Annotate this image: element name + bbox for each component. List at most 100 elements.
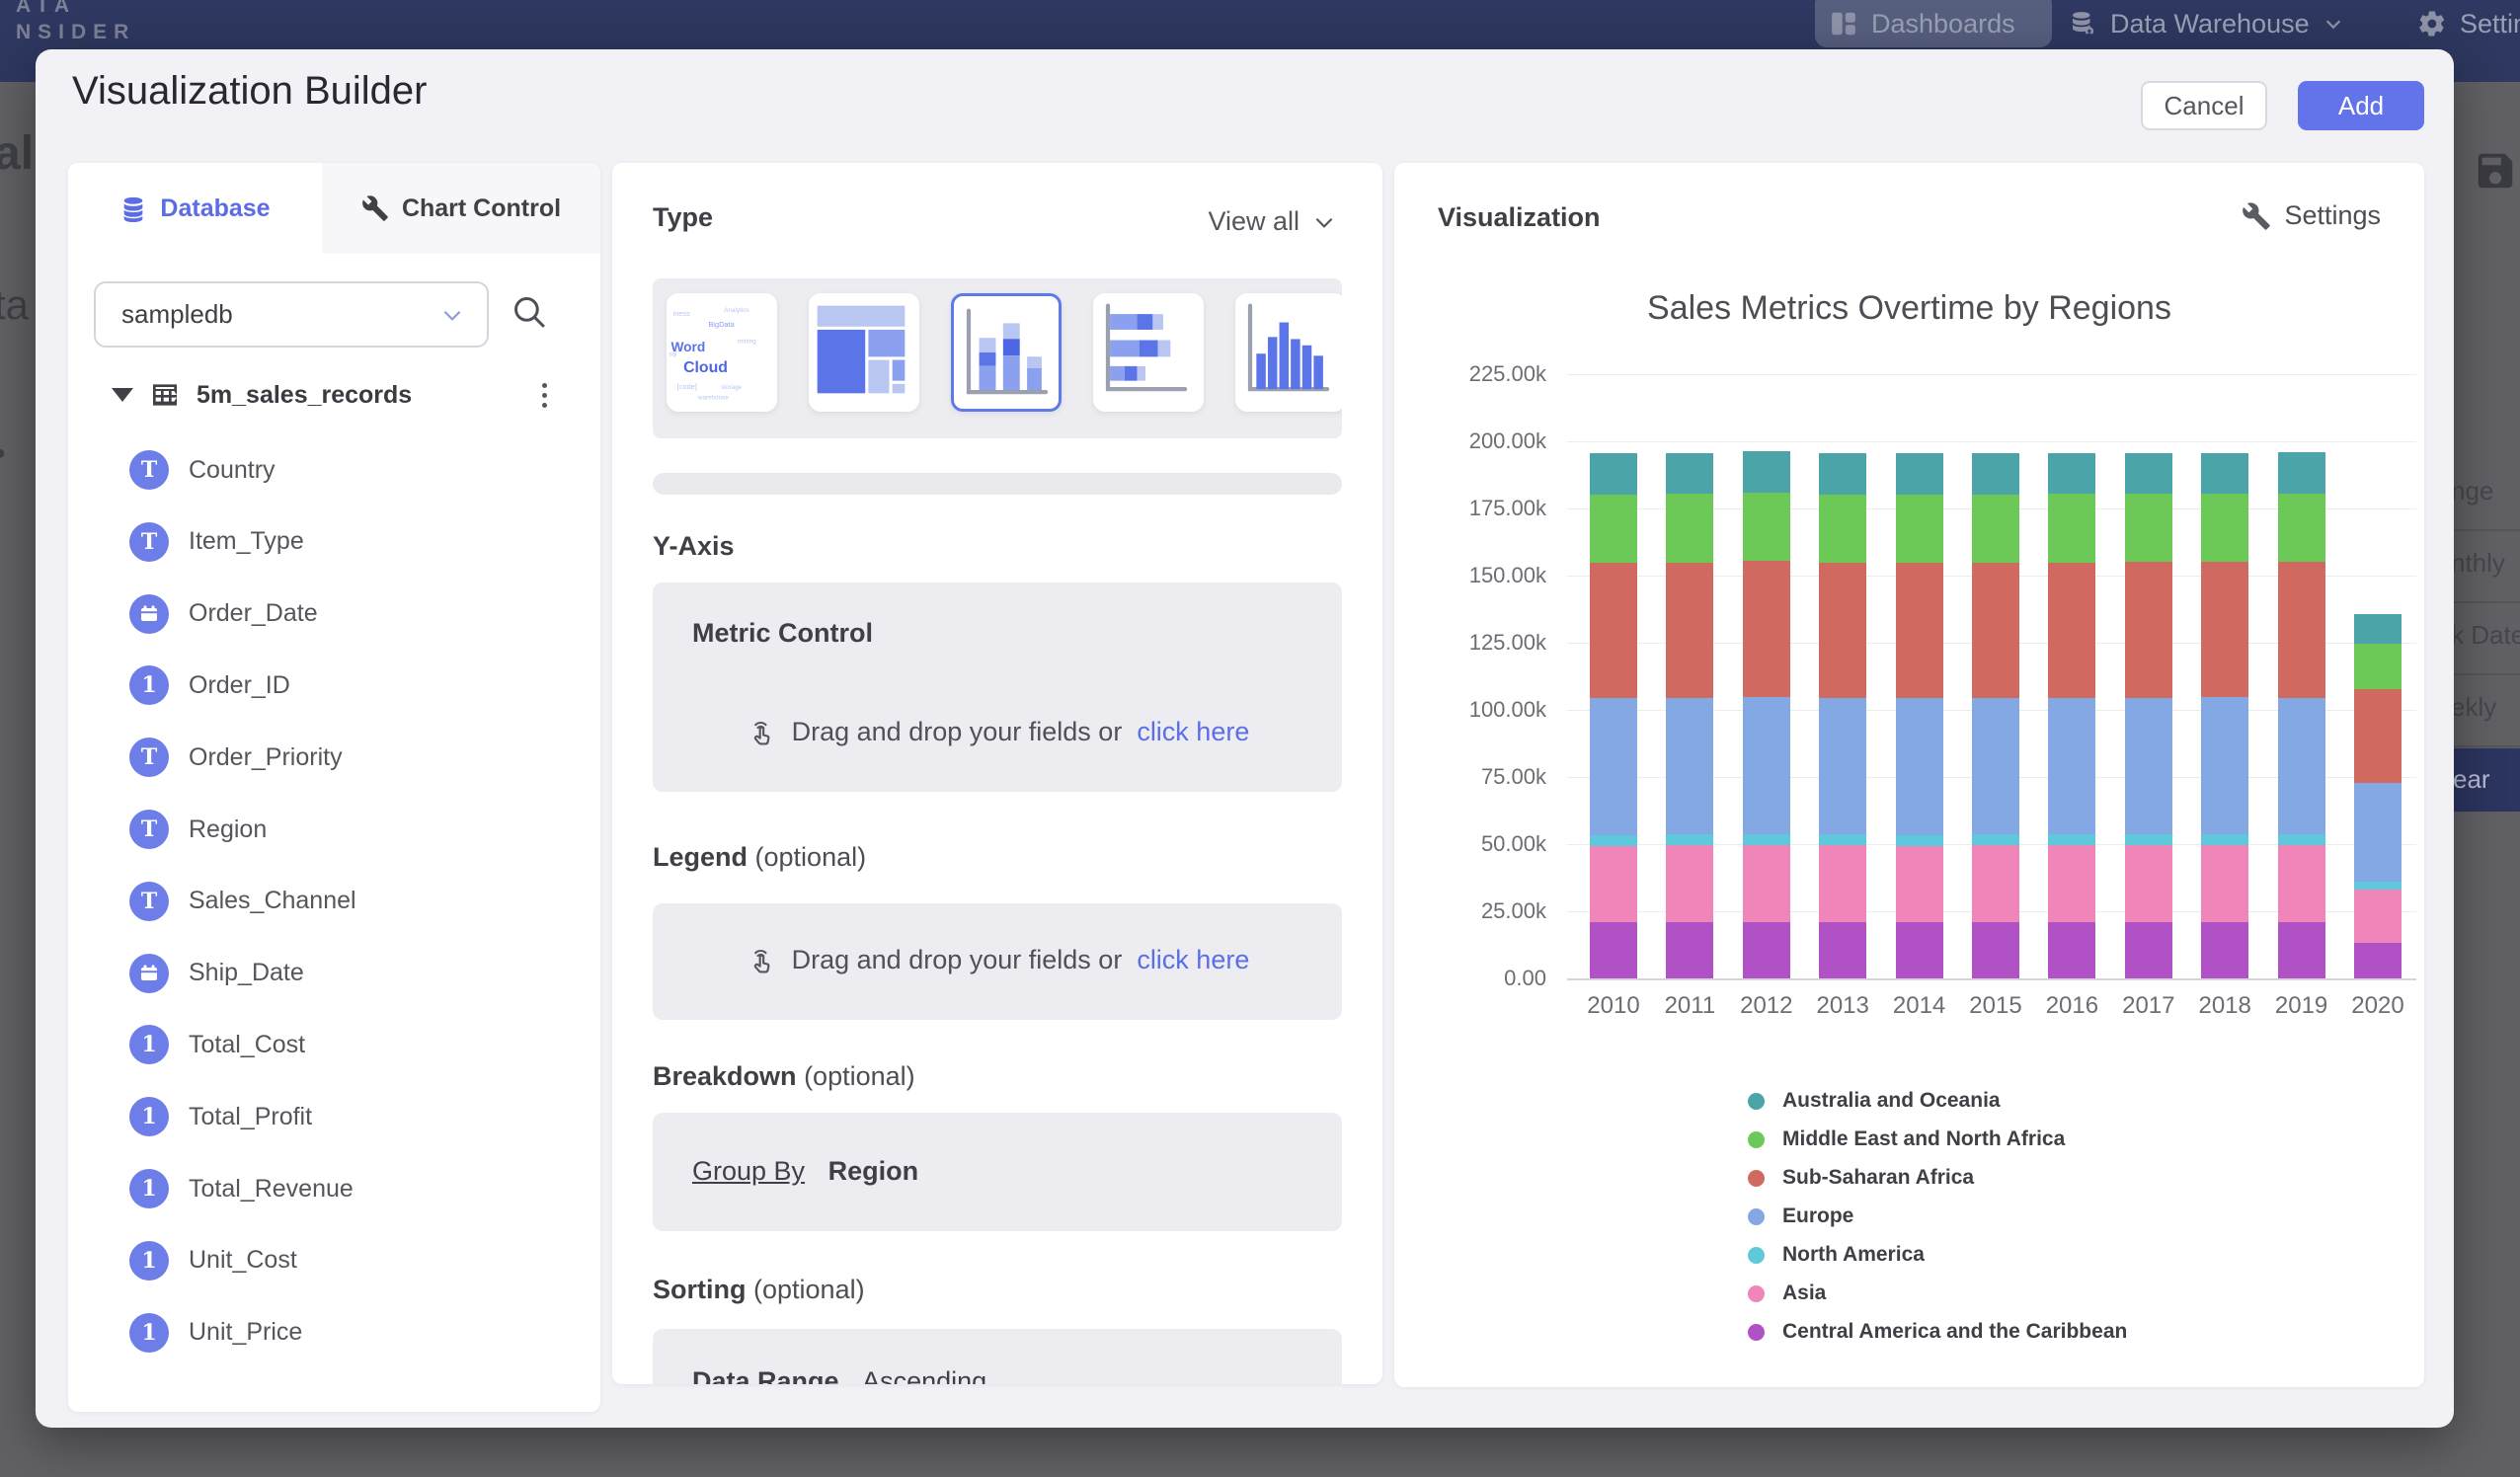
field-name: Item_Type [189, 527, 304, 556]
page-fragment: ● [0, 442, 6, 465]
cancel-button[interactable]: Cancel [2141, 81, 2267, 130]
field-item-region[interactable]: TRegion [68, 802, 600, 857]
chart-type-card-stacked-column[interactable] [951, 293, 1062, 412]
field-item-total_profit[interactable]: 1Total_Profit [68, 1089, 600, 1144]
menu-item-selected[interactable]: ear [2447, 748, 2520, 812]
calendar-field-icon [129, 594, 169, 634]
bar-segment [2125, 922, 2172, 978]
bar-segment [2278, 698, 2325, 835]
legend-color-dot [1748, 1247, 1765, 1264]
bar-segment [1896, 495, 1943, 563]
menu-item-partial[interactable]: ekly [2451, 692, 2496, 723]
bar-segment [2354, 882, 2402, 890]
group-by-value: Region [828, 1156, 919, 1186]
nav-item-settings[interactable]: Settings [2417, 0, 2520, 47]
field-item-order_priority[interactable]: TOrder_Priority [68, 730, 600, 785]
chart-type-card-column[interactable] [1235, 293, 1342, 412]
field-item-ship_date[interactable]: Ship_Date [68, 946, 600, 1001]
field-item-order_id[interactable]: 1Order_ID [68, 658, 600, 713]
breakdown-dropzone[interactable]: Group By Region [653, 1113, 1342, 1231]
number-field-icon: 1 [129, 1097, 169, 1136]
number-field-icon: 1 [129, 1241, 169, 1281]
settings-button[interactable]: Settings [2242, 200, 2381, 231]
bar-segment [2125, 834, 2172, 845]
bar-segment [2278, 562, 2325, 697]
field-item-unit_cost[interactable]: 1 Unit_Cost [68, 1233, 600, 1288]
legend-label: Central America and the Caribbean [1782, 1320, 2127, 1344]
sorting-dropzone[interactable]: Data Range Ascending [653, 1329, 1342, 1384]
caret-down-icon[interactable] [112, 388, 133, 402]
menu-item-partial[interactable]: nthly [2451, 548, 2505, 579]
bar-segment [2354, 689, 2402, 783]
tab-database[interactable]: Database [68, 163, 322, 254]
bar-segment [2048, 845, 2095, 921]
number-field-icon: 1 [129, 665, 169, 705]
field-item-order_date[interactable]: Order_Date [68, 586, 600, 642]
legend-label: Australia and Oceania [1782, 1089, 2001, 1113]
menu-separator [2447, 529, 2520, 531]
bar-segment [1666, 453, 1713, 494]
legend-item: Middle East and North Africa [1748, 1127, 2065, 1151]
field-item-total_cost[interactable]: 1Total_Cost [68, 1017, 600, 1072]
chart-type-card-treemap[interactable] [809, 293, 919, 412]
bar-segment [1819, 495, 1866, 563]
bar-segment [1666, 922, 1713, 978]
search-icon[interactable] [509, 291, 554, 337]
add-button[interactable]: Add [2298, 81, 2424, 130]
field-item-item_type[interactable]: TItem_Type [68, 514, 600, 570]
legend-color-dot [1748, 1285, 1765, 1302]
bar-segment [1972, 922, 2019, 978]
chart-type-card-stacked-bar[interactable] [1093, 293, 1204, 412]
chart-type-card-word-cloud[interactable]: inessAnalyticsBigDataminingWordsqlCloud[… [667, 293, 777, 412]
chart-title: Sales Metrics Overtime by Regions [1394, 289, 2424, 328]
bar-segment [1896, 563, 1943, 698]
bar-segment [1666, 494, 1713, 562]
menu-item-partial[interactable]: nge [2451, 476, 2493, 506]
menu-item-partial[interactable]: k Date [2451, 620, 2520, 651]
kebab-menu-icon[interactable] [524, 375, 564, 415]
tab-database-label: Database [160, 194, 270, 223]
drop-hint-text: Drag and drop your fields or [792, 945, 1123, 975]
chart-type-scrollbar[interactable] [653, 473, 1342, 495]
bar-segment [1972, 845, 2019, 922]
field-name: Total_Revenue [189, 1175, 354, 1204]
field-item-sales_channel[interactable]: TSales_Channel [68, 874, 600, 929]
text-field-icon: T [129, 810, 169, 849]
bar-segment [2048, 922, 2095, 978]
page-fragment: al [0, 126, 34, 181]
group-by-control[interactable]: Group By [692, 1156, 805, 1186]
tab-chart-control[interactable]: Chart Control [322, 163, 600, 254]
tools-icon [2242, 201, 2271, 231]
field-item-total_revenue[interactable]: 1Total_Revenue [68, 1161, 600, 1216]
builder-panel: Type View all inessAnalyticsBigDataminin… [612, 163, 1382, 1384]
click-here-link[interactable]: click here [1137, 945, 1249, 975]
click-here-link[interactable]: click here [1137, 717, 1249, 747]
bar-segment [1972, 698, 2019, 834]
text-field-icon: T [129, 450, 169, 490]
svg-text:iness: iness [673, 309, 691, 318]
field-name: Ship_Date [189, 959, 304, 987]
legend-dropzone[interactable]: Drag and drop your fields or click here [653, 903, 1342, 1020]
nav-item-data-warehouse[interactable]: Data Warehouse [2068, 0, 2344, 47]
database-panel: Database Chart Control sampledb [68, 163, 600, 1412]
bar-segment [1590, 698, 1637, 835]
metric-control-dropzone[interactable]: Metric Control Drag and drop your fields… [653, 583, 1342, 792]
field-name: Unit_Cost [189, 1246, 297, 1275]
nav-item-dashboards[interactable]: Dashboards [1829, 0, 2015, 47]
bar-segment [2048, 494, 2095, 562]
field-item-country[interactable]: TCountry [68, 442, 600, 498]
legend-color-dot [1748, 1170, 1765, 1187]
bar-segment [2048, 453, 2095, 494]
view-all-dropdown[interactable]: View all [1208, 206, 1337, 237]
chevron-down-icon [2323, 13, 2344, 35]
sorting-field[interactable]: Data Range [692, 1366, 839, 1384]
bar-segment [2354, 614, 2402, 644]
database-select-value: sampledb [121, 299, 439, 330]
bar-segment [1590, 453, 1637, 494]
database-select[interactable]: sampledb [94, 281, 489, 348]
svg-text:Analytics: Analytics [724, 307, 748, 314]
table-tree-row[interactable]: 5m_sales_records [68, 367, 600, 423]
field-item-unit_price[interactable]: 1Unit_Price [68, 1305, 600, 1360]
nav-item-label: Dashboards [1871, 9, 2015, 39]
legend-color-dot [1748, 1131, 1765, 1148]
